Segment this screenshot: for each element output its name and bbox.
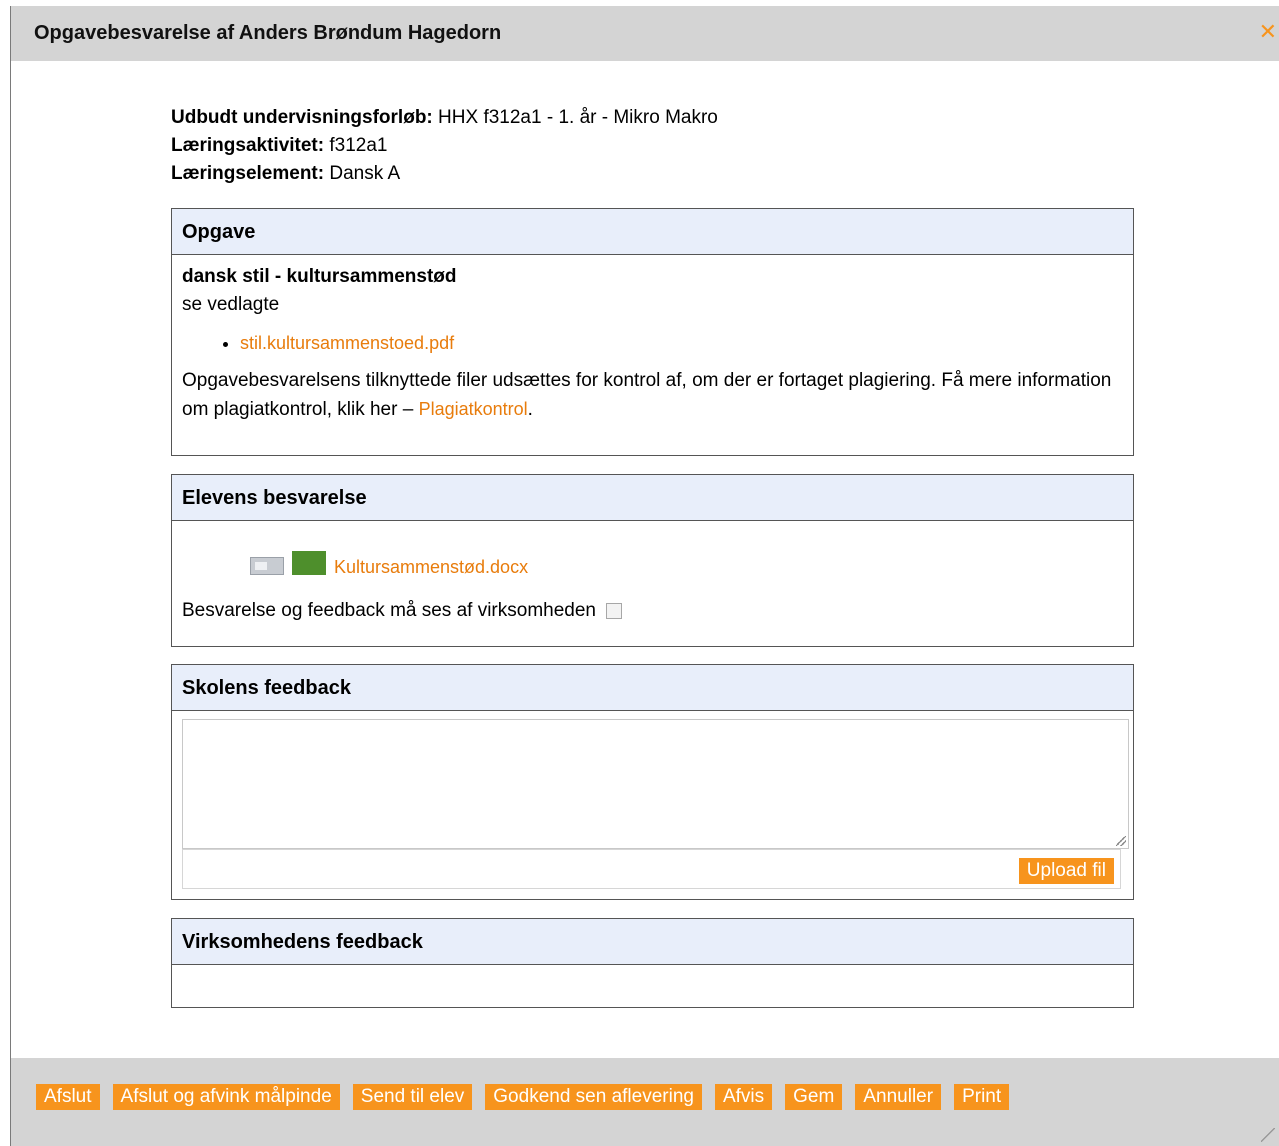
attachment-link[interactable]: stil.kultursammenstoed.pdf xyxy=(240,333,454,353)
assignment-meta: Udbudt undervisningsforløb: HHX f312a1 -… xyxy=(171,104,718,188)
task-section: Opgave dansk stil - kultursammenstød se … xyxy=(171,208,1134,456)
assignment-dialog: Opgavebesvarelse af Anders Brøndum Haged… xyxy=(10,6,1279,1146)
footer-button-bar: Afslut Afslut og afvink målpinde Send ti… xyxy=(36,1084,1010,1110)
task-description: se vedlagte xyxy=(182,294,280,315)
answer-section-body: Kultursammenstød.docx Besvarelse og feed… xyxy=(172,521,1133,633)
visibility-checkbox[interactable] xyxy=(606,603,622,619)
plagiarism-text: Opgavebesvarelsens tilknyttede filer uds… xyxy=(182,370,1112,420)
dialog-footer: Afslut Afslut og afvink målpinde Send ti… xyxy=(11,1058,1279,1146)
answer-file-link[interactable]: Kultursammenstød.docx xyxy=(334,553,528,581)
meta-activity-label: Læringsaktivitet: xyxy=(171,135,325,156)
dialog-title: Opgavebesvarelse af Anders Brøndum Haged… xyxy=(34,22,502,44)
meta-element: Læringselement: Dansk A xyxy=(171,160,718,188)
answer-section-header: Elevens besvarelse xyxy=(172,475,1133,521)
company-feedback-section: Virksomhedens feedback xyxy=(171,918,1134,1008)
task-title: dansk stil - kultursammenstød xyxy=(182,266,457,287)
approve-late-submission-button[interactable]: Godkend sen aflevering xyxy=(485,1084,702,1110)
visibility-row: Besvarelse og feedback må ses af virksom… xyxy=(182,597,1123,625)
dialog-titlebar: Opgavebesvarelse af Anders Brøndum Haged… xyxy=(11,6,1279,61)
visibility-label: Besvarelse og feedback må ses af virksom… xyxy=(182,600,596,621)
task-section-header: Opgave xyxy=(172,209,1133,255)
dialog-resize-grip-icon[interactable] xyxy=(1261,1128,1275,1142)
meta-activity-value: f312a1 xyxy=(329,135,388,156)
close-icon[interactable]: ✕ xyxy=(1259,19,1277,45)
company-feedback-header: Virksomhedens feedback xyxy=(172,919,1133,965)
school-feedback-section: Skolens feedback Upload fil xyxy=(171,664,1134,900)
school-feedback-textarea[interactable] xyxy=(182,719,1129,849)
upload-file-button[interactable]: Upload fil xyxy=(1018,858,1114,884)
send-to-student-button[interactable]: Send til elev xyxy=(352,1084,473,1110)
upload-row: Upload fil xyxy=(182,849,1121,889)
finish-and-check-goals-button[interactable]: Afslut og afvink målpinde xyxy=(112,1084,340,1110)
attachment-item: stil.kultursammenstoed.pdf xyxy=(240,329,1123,357)
school-feedback-header: Skolens feedback xyxy=(172,665,1133,711)
answer-section: Elevens besvarelse Kultursammenstød.docx… xyxy=(171,474,1134,647)
meta-course-value: HHX f312a1 - 1. år - Mikro Makro xyxy=(438,107,718,128)
preview-icon[interactable] xyxy=(250,557,284,575)
meta-element-value: Dansk A xyxy=(329,163,401,184)
resize-grip-icon[interactable] xyxy=(1116,836,1126,846)
attachment-list: stil.kultursammenstoed.pdf xyxy=(182,329,1123,357)
plagiarism-end: . xyxy=(527,399,533,420)
print-button[interactable]: Print xyxy=(954,1084,1010,1110)
meta-activity: Læringsaktivitet: f312a1 xyxy=(171,132,718,160)
plagiarism-link[interactable]: Plagiatkontrol xyxy=(419,399,528,419)
answer-file-row: Kultursammenstød.docx xyxy=(182,547,1123,587)
meta-course-label: Udbudt undervisningsforløb: xyxy=(171,107,433,128)
word-document-icon[interactable] xyxy=(292,551,326,575)
meta-course: Udbudt undervisningsforløb: HHX f312a1 -… xyxy=(171,104,718,132)
save-button[interactable]: Gem xyxy=(785,1084,843,1110)
task-section-body: dansk stil - kultursammenstød se vedlagt… xyxy=(172,255,1133,432)
reject-button[interactable]: Afvis xyxy=(714,1084,773,1110)
cancel-button[interactable]: Annuller xyxy=(855,1084,942,1110)
finish-button[interactable]: Afslut xyxy=(36,1084,100,1110)
meta-element-label: Læringselement: xyxy=(171,163,325,184)
plagiarism-notice: Opgavebesvarelsens tilknyttede filer uds… xyxy=(182,367,1123,424)
